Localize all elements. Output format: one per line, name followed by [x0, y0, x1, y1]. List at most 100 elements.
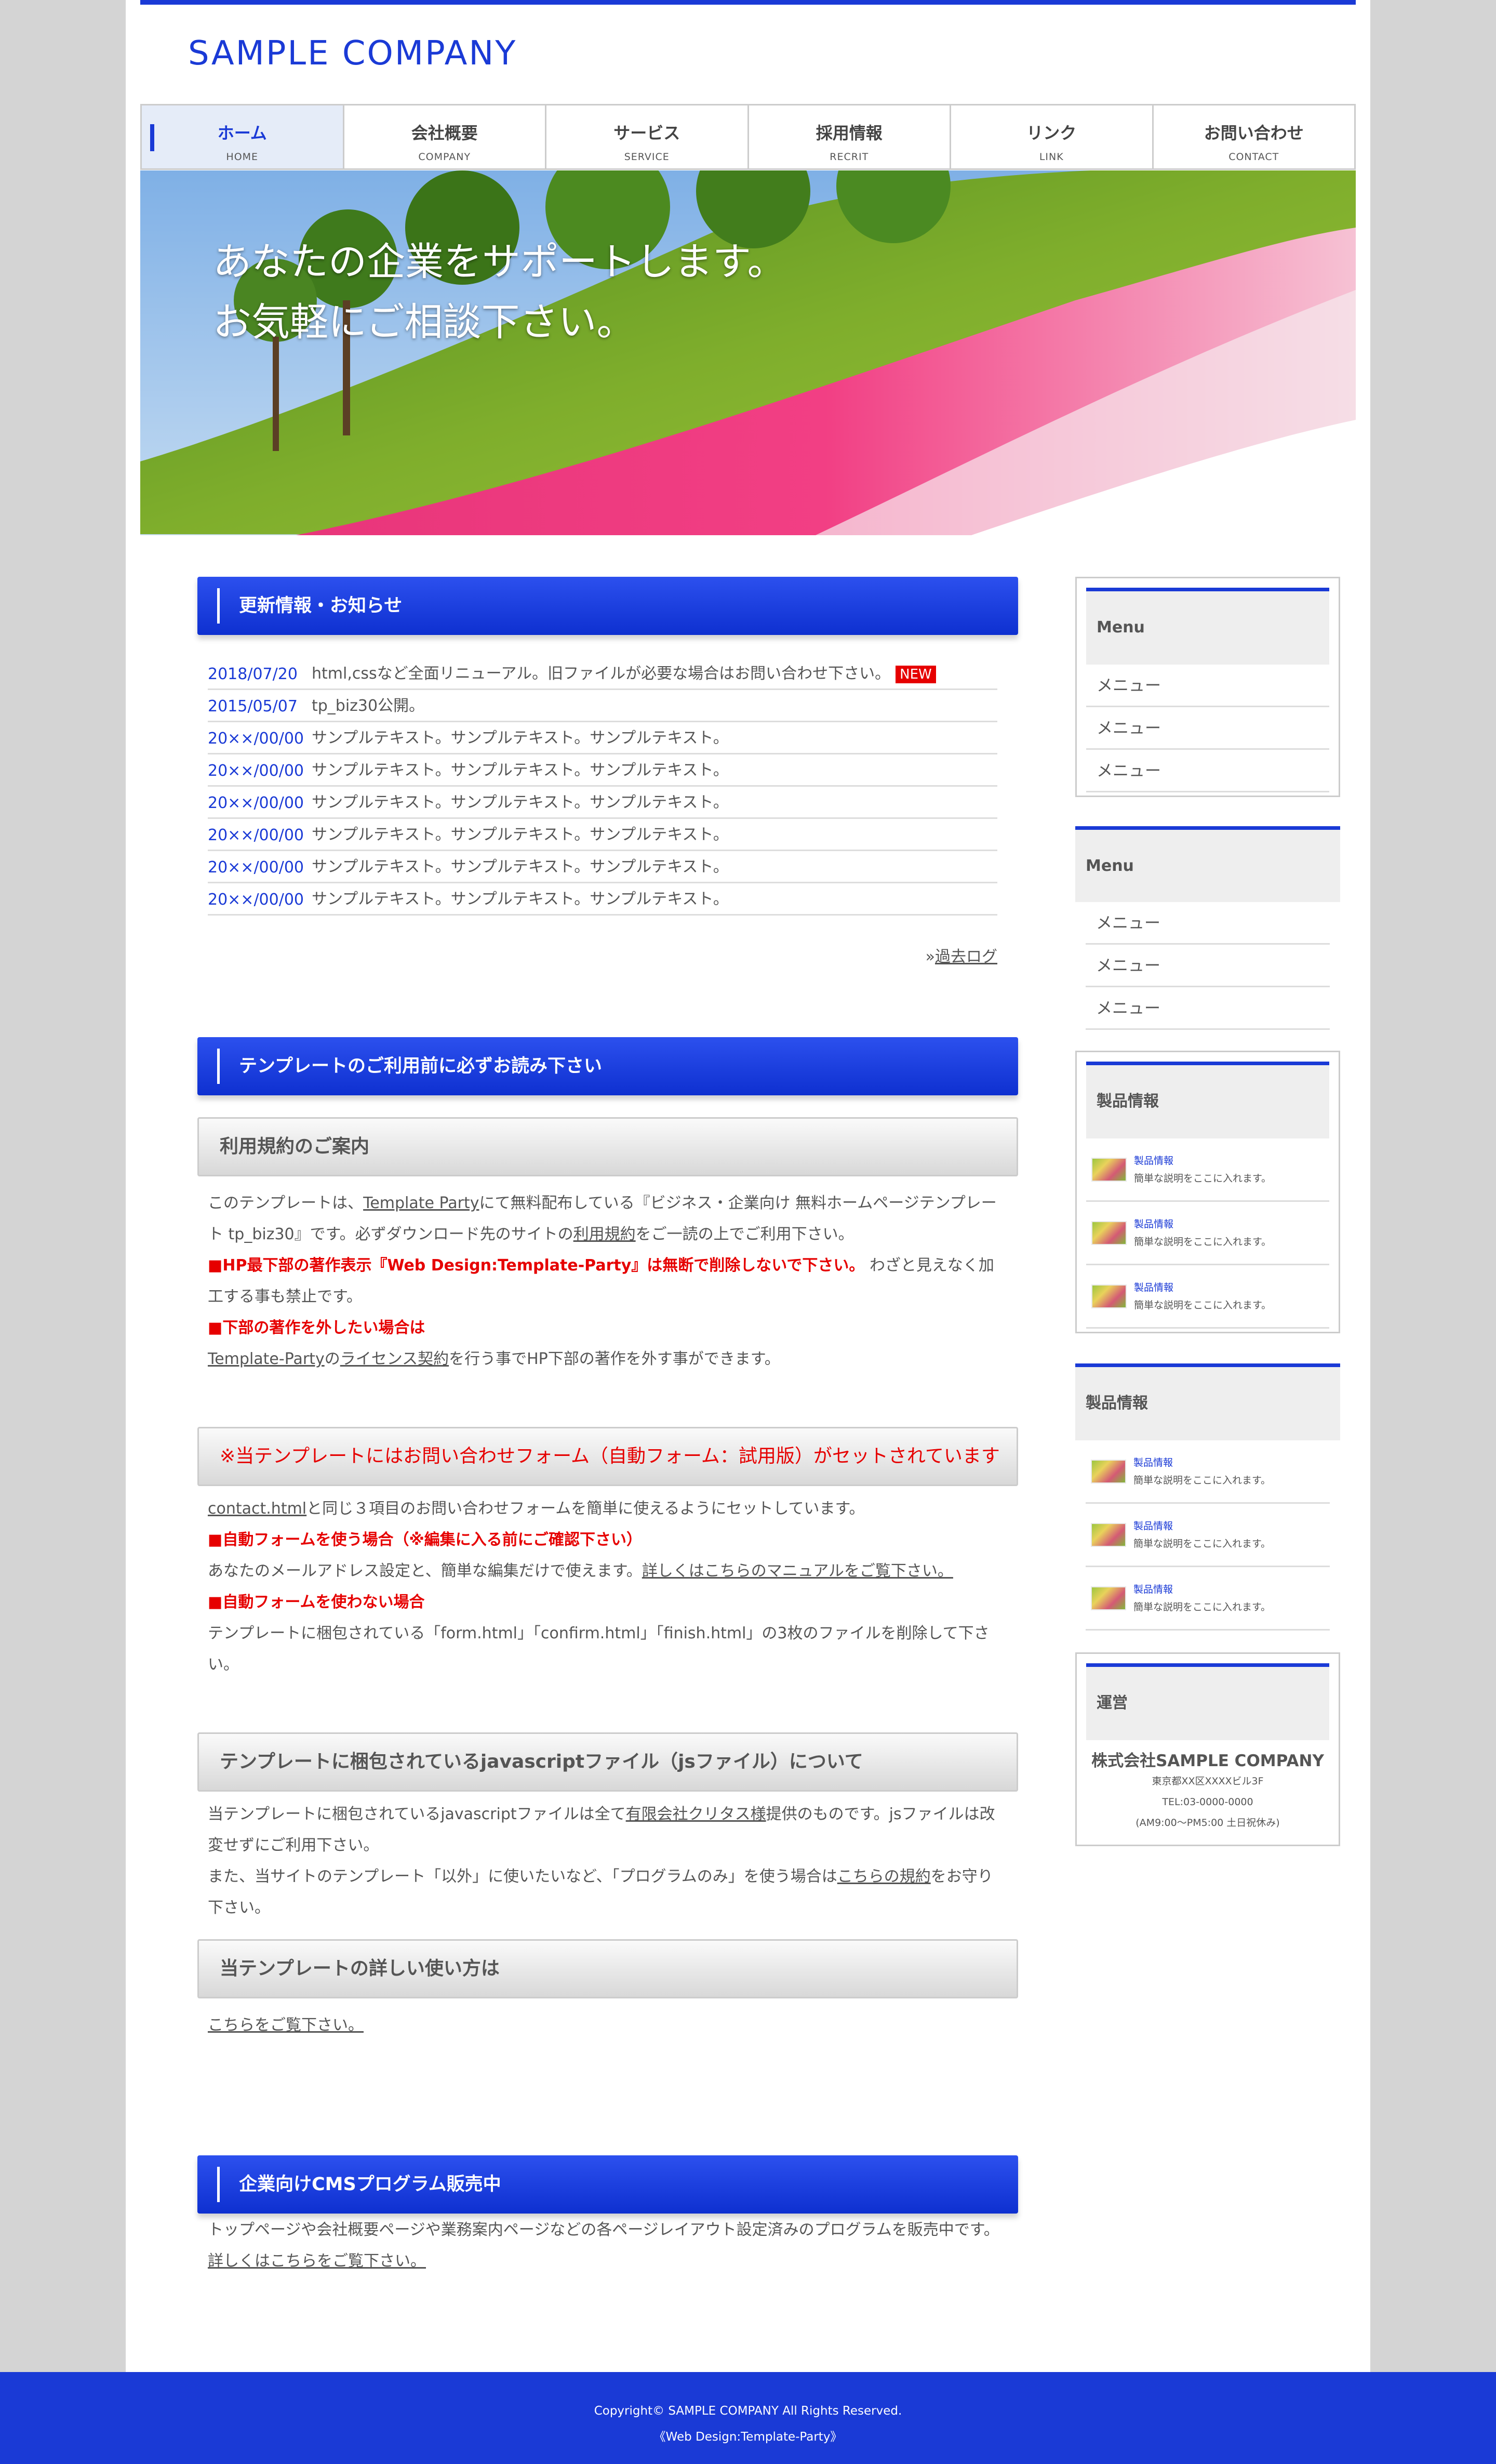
news-row: 20××/00/00 サンプルテキスト。サンプルテキスト。サンプルテキスト。 [208, 851, 997, 883]
sidebar-menu-box-1: Menu メニュー メニュー メニュー [1075, 577, 1340, 797]
product-item[interactable]: 製品情報 簡単な説明をここに入れます。 [1086, 1138, 1329, 1202]
product-name: 製品情報 [1133, 1456, 1173, 1468]
crytus-link[interactable]: 有限会社クリタス様 [626, 1805, 766, 1823]
cms-paragraph: トップページや会社概要ページや業務案内ページなどの各ページレイアウト設定済みのプ… [208, 2221, 999, 2239]
nav-item-contact[interactable]: お問い合わせ CONTACT [1154, 105, 1355, 168]
sidebar-menu-item[interactable]: メニュー [1086, 750, 1329, 792]
form-paragraph-3: あなたのメールアドレス設定と、簡単な編集だけで使えます。詳しくはこちらのマニュア… [208, 1556, 1008, 1587]
template-party-link[interactable]: Template-Party [208, 1350, 325, 1368]
organization-name: 株式会社SAMPLE COMPANY [1091, 1752, 1324, 1770]
js-text: 当テンプレートに梱包されているjavascriptファイルは全て有限会社クリタス… [197, 1799, 1018, 1924]
nav-sublabel: SERVICE [624, 151, 670, 163]
nav-sublabel: COMPANY [418, 151, 471, 163]
nav-sublabel: RECRIT [830, 151, 869, 163]
news-row: 20××/00/00 サンプルテキスト。サンプルテキスト。サンプルテキスト。 [208, 883, 997, 916]
archive-link[interactable]: 過去ログ [935, 948, 997, 966]
text: また、当サイトのテンプレート「以外」に使いたいなど、「プログラムのみ」を使う場合… [208, 1867, 837, 1886]
cms-text: トップページや会社概要ページや業務案内ページなどの各ページレイアウト設定済みのプ… [197, 2215, 1018, 2277]
news-date: 20××/00/00 [208, 858, 304, 877]
hero-catchcopy: あなたの企業をサポートします。 お気軽にご相談下さい。 [213, 232, 786, 352]
product-desc: 簡単な説明をここに入れます。 [1133, 1601, 1271, 1613]
product-item[interactable]: 製品情報 簡単な説明をここに入れます。 [1086, 1567, 1330, 1631]
text: をご一読の上でご利用下さい。 [635, 1225, 854, 1243]
sidebar-menu-item[interactable]: メニュー [1086, 902, 1330, 945]
product-item[interactable]: 製品情報 簡単な説明をここに入れます。 [1086, 1265, 1329, 1329]
terms-paragraph-1: このテンプレートは、Template Partyにて無料配布している『ビジネス・… [208, 1188, 1008, 1250]
template-party-link[interactable]: Template Party [363, 1194, 479, 1212]
design-credit-link[interactable]: 《Web Design:Template-Party》 [0, 2424, 1496, 2450]
sidebar-menu-item[interactable]: メニュー [1086, 987, 1330, 1030]
product-name: 製品情報 [1134, 1218, 1174, 1230]
nav-label: 採用情報 [816, 123, 883, 143]
news-text: サンプルテキスト。サンプルテキスト。サンプルテキスト。 [312, 890, 729, 908]
news-text: html,cssなど全面リニューアル。旧ファイルが必要な場合はお問い合わせ下さい… [312, 665, 891, 683]
nav-item-service[interactable]: サービス SERVICE [546, 105, 749, 168]
product-item[interactable]: 製品情報 簡単な説明をここに入れます。 [1086, 1504, 1330, 1567]
text: あなたのメールアドレス設定と、簡単な編集だけで使えます。 [208, 1562, 642, 1580]
news-text: サンプルテキスト。サンプルテキスト。サンプルテキスト。 [312, 761, 729, 779]
nav-label: サービス [613, 123, 680, 143]
product-thumbnail [1091, 1522, 1126, 1547]
text: と同じ３項目のお問い合わせフォームを簡単に使えるようにセットしています。 [306, 1500, 865, 1518]
nav-item-recruit[interactable]: 採用情報 RECRIT [749, 105, 951, 168]
global-nav: ホーム HOME 会社概要 COMPANY サービス SERVICE 採用情報 RECR… [140, 104, 1356, 170]
nav-label: ホーム [217, 123, 267, 143]
program-terms-link[interactable]: こちらの規約 [837, 1867, 931, 1886]
news-row: 20××/00/00 サンプルテキスト。サンプルテキスト。サンプルテキスト。 [208, 819, 997, 851]
nav-label: 会社概要 [411, 123, 478, 143]
sidebar-menu-box-2: Menu メニュー メニュー メニュー [1075, 826, 1340, 1030]
sidebar: Menu メニュー メニュー メニュー Menu メニュー メニュー メニュー … [1075, 577, 1340, 1846]
product-desc: 簡単な説明をここに入れます。 [1133, 1474, 1271, 1486]
form-heading: ※当テンプレートにはお問い合わせフォーム（自動フォーム：試用版）がセットされてい… [197, 1427, 1018, 1486]
archive-link-wrap: »過去ログ [197, 944, 997, 966]
news-text: サンプルテキスト。サンプルテキスト。サンプルテキスト。 [312, 793, 729, 812]
news-row: 20××/00/00 サンプルテキスト。サンプルテキスト。サンプルテキスト。 [208, 722, 997, 754]
site-logo[interactable]: SAMPLE COMPANY [188, 34, 517, 73]
sidebar-products-title: 製品情報 [1075, 1363, 1340, 1440]
product-item[interactable]: 製品情報簡単な説明をここに入れます。 [1086, 1440, 1330, 1504]
product-desc: 簡単な説明をここに入れます。 [1134, 1172, 1272, 1184]
terms-link[interactable]: 利用規約 [573, 1225, 636, 1243]
copyright-text: Copyright© SAMPLE COMPANY All Rights Res… [594, 2404, 902, 2418]
license-link[interactable]: ライセンス契約 [340, 1350, 449, 1368]
nav-sublabel: HOME [226, 151, 259, 163]
sidebar-menu-item[interactable]: メニュー [1086, 945, 1330, 987]
terms-text: このテンプレートは、Template Partyにて無料配布している『ビジネス・… [197, 1188, 1018, 1375]
hero-line-1: あなたの企業をサポートします。 [213, 240, 786, 284]
text: 当テンプレートに梱包されているjavascriptファイルは全て [208, 1805, 626, 1823]
contact-html-link[interactable]: contact.html [208, 1500, 306, 1518]
news-date: 20××/00/00 [208, 794, 304, 812]
product-item[interactable]: 製品情報 簡単な説明をここに入れます。 [1086, 1202, 1329, 1265]
form-paragraph-1: contact.htmlと同じ３項目のお問い合わせフォームを簡単に使えるようにセ… [208, 1493, 1008, 1525]
text: を行う事でHP下部の著作を外す事ができます。 [449, 1350, 780, 1368]
product-list: 製品情報 簡単な説明をここに入れます。 製品情報 簡単な説明をここに入れます。 製品… [1075, 1440, 1340, 1631]
news-row: 2015/05/07 tp_biz30公開。 [208, 690, 997, 722]
news-text: サンプルテキスト。サンプルテキスト。サンプルテキスト。 [312, 858, 729, 876]
footer: Copyright© SAMPLE COMPANY All Rights Res… [0, 2372, 1496, 2464]
new-badge: NEW [896, 666, 936, 683]
sidebar-menu-item[interactable]: メニュー [1086, 707, 1329, 750]
howto-text: こちらをご覧下さい。 [197, 2010, 1018, 2041]
product-thumbnail [1091, 1586, 1126, 1610]
news-text: サンプルテキスト。サンプルテキスト。サンプルテキスト。 [312, 826, 729, 844]
product-thumbnail [1091, 1284, 1127, 1308]
news-row: 20××/00/00 サンプルテキスト。サンプルテキスト。サンプルテキスト。 [208, 754, 997, 787]
howto-heading: 当テンプレートの詳しい使い方は [197, 1939, 1018, 1998]
product-name: 製品情報 [1134, 1281, 1174, 1293]
form-paragraph-4: ■自動フォームを使わない場合 [208, 1593, 425, 1611]
news-date: 20××/00/00 [208, 891, 304, 909]
howto-link[interactable]: こちらをご覧下さい。 [208, 2016, 364, 2034]
sidebar-menu-item[interactable]: メニュー [1086, 665, 1329, 707]
warning-text: ■HP最下部の著作表示『Web Design:Template-Party』は無… [208, 1256, 865, 1275]
cms-link[interactable]: 詳しくはこちらをご覧下さい。 [208, 2252, 426, 2270]
nav-item-link[interactable]: リンク LINK [951, 105, 1154, 168]
news-row: 2018/07/20 html,cssなど全面リニューアル。旧ファイルが必要な場合… [208, 658, 997, 690]
nav-item-home[interactable]: ホーム HOME [142, 105, 344, 168]
manual-link[interactable]: 詳しくはこちらのマニュアルをご覧下さい。 [642, 1562, 953, 1580]
nav-sublabel: LINK [1039, 151, 1064, 163]
form-paragraph-2: ■自動フォームを使う場合（※編集に入る前にご確認下さい） [208, 1531, 643, 1549]
news-date: 2018/07/20 [208, 665, 298, 683]
news-heading: 更新情報・お知らせ [197, 577, 1018, 635]
nav-item-company[interactable]: 会社概要 COMPANY [344, 105, 546, 168]
product-thumbnail [1091, 1221, 1127, 1245]
